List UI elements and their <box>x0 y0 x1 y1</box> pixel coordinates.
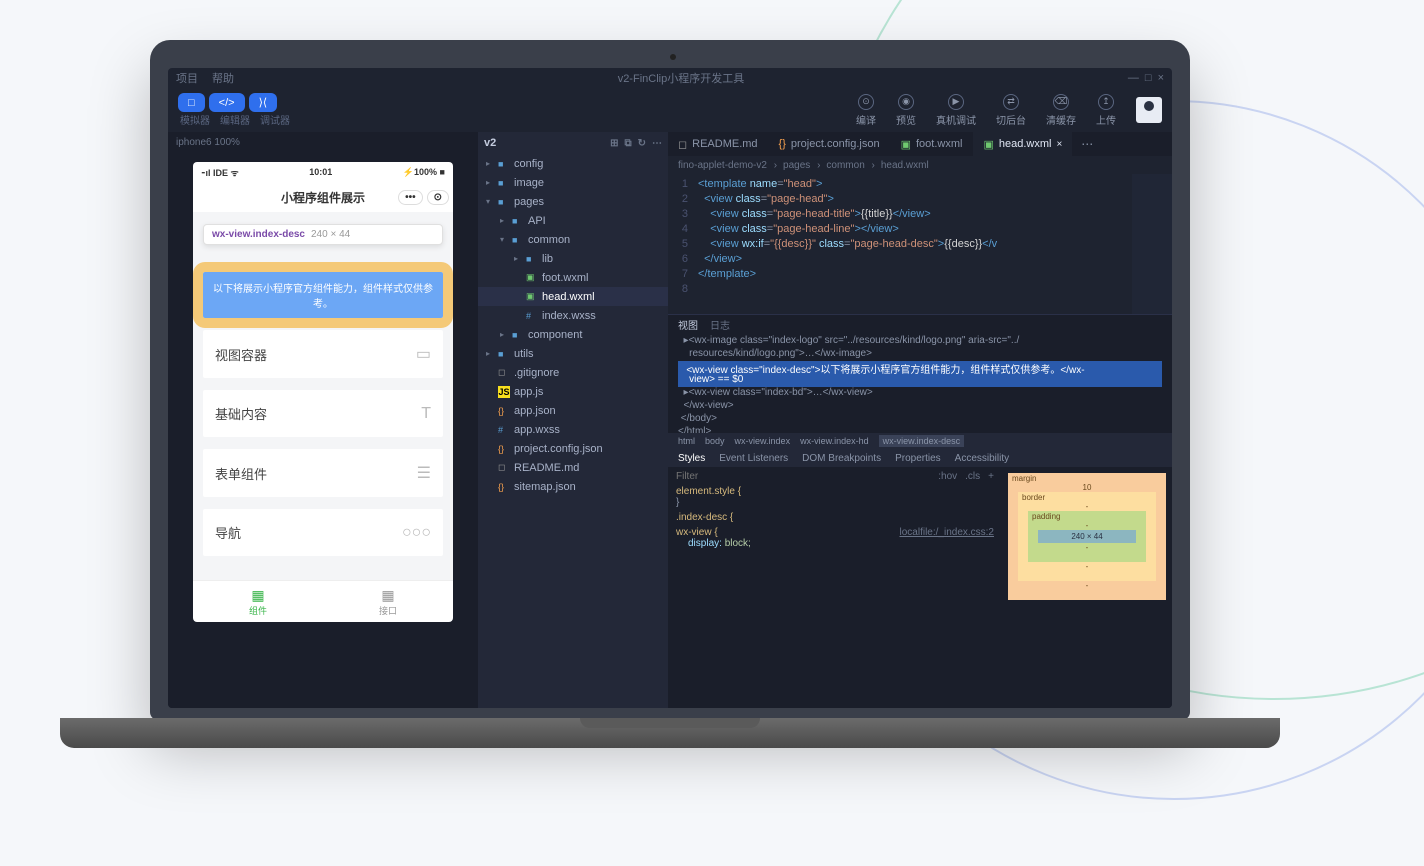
toolbar-上传[interactable]: ↥上传 <box>1096 94 1116 127</box>
tree-node[interactable]: ▸■utils <box>478 344 668 363</box>
styles-tab[interactable]: Properties <box>895 453 941 464</box>
view-pill[interactable]: □ <box>178 93 205 112</box>
dom-crumb[interactable]: wx-view.index-desc <box>879 435 965 447</box>
tree-action[interactable]: ⊞ <box>610 138 618 149</box>
status-time: 10:01 <box>309 167 332 177</box>
tree-node[interactable]: JSapp.js <box>478 382 668 401</box>
page-title: 小程序组件展示 <box>281 189 365 206</box>
tree-node[interactable]: {}project.config.json <box>478 439 668 458</box>
tree-node[interactable]: #index.wxss <box>478 306 668 325</box>
add-rule[interactable]: + <box>988 471 994 482</box>
toolbar-预览[interactable]: ◉预览 <box>896 94 916 127</box>
laptop-frame: 项目帮助 v2-FinClip小程序开发工具 ―□× □</>⟩⟨ 模拟器编辑器… <box>60 40 1280 825</box>
tree-action[interactable]: ↻ <box>638 138 646 149</box>
tree-node[interactable]: ▣foot.wxml <box>478 268 668 287</box>
file-explorer: v2 ⊞ ⧉ ↻ ⋯ ▸■config▸■image▾■pages▸■API▾■com… <box>478 132 668 708</box>
list-item[interactable]: 视图容器▭ <box>203 330 443 378</box>
toolbar: □</>⟩⟨ 模拟器编辑器调试器 ⊙编译◉预览▶真机调试⇄切后台⌫清缓存↥上传 <box>168 88 1172 132</box>
toolbar-清缓存[interactable]: ⌫清缓存 <box>1046 94 1076 127</box>
devtools: 视图日志 ▸<wx-image class="index-logo" src="… <box>668 314 1172 708</box>
list-item[interactable]: 导航○○○ <box>203 509 443 556</box>
tree-node[interactable]: ▸■API <box>478 211 668 230</box>
highlighted-element[interactable]: 以下将展示小程序官方组件能力，组件样式仅供参考。 <box>203 272 443 318</box>
styles-filter[interactable] <box>676 471 736 482</box>
editor-panel: ◻README.md{}project.config.json▣foot.wxm… <box>668 132 1172 708</box>
status-right: ⚡100% ■ <box>403 167 445 178</box>
capsule-menu[interactable]: ••• <box>398 190 423 205</box>
dom-crumb[interactable]: body <box>705 436 725 446</box>
cls-toggle[interactable]: .cls <box>965 471 980 482</box>
ide-window: 项目帮助 v2-FinClip小程序开发工具 ―□× □</>⟩⟨ 模拟器编辑器… <box>168 68 1172 708</box>
tree-node[interactable]: ▾■common <box>478 230 668 249</box>
editor-tab[interactable]: ◻README.md <box>668 132 769 156</box>
phone-preview: ⁃ıl IDE ᯤ 10:01 ⚡100% ■ 小程序组件展示 ••• ⊙ <box>193 162 453 622</box>
code-editor[interactable]: 1<template name="head">2 <view class="pa… <box>668 174 1172 314</box>
toolbar-真机调试[interactable]: ▶真机调试 <box>936 94 976 127</box>
phone-tab[interactable]: ▦组件 <box>193 581 323 622</box>
breadcrumb-item[interactable]: pages <box>783 160 820 171</box>
elements-tree[interactable]: ▸<wx-image class="index-logo" src="../re… <box>668 333 1172 433</box>
tree-node[interactable]: ▾■pages <box>478 192 668 211</box>
minimap[interactable] <box>1132 174 1172 314</box>
view-pill[interactable]: </> <box>209 93 245 112</box>
tree-node[interactable]: {}sitemap.json <box>478 477 668 496</box>
list-item[interactable]: 基础内容T <box>203 390 443 437</box>
toolbar-编译[interactable]: ⊙编译 <box>856 94 876 127</box>
inspect-tooltip: wx-view.index-desc 240 × 44 <box>203 224 443 245</box>
device-label: iphone6 100% <box>168 132 478 152</box>
avatar[interactable] <box>1136 97 1162 123</box>
editor-tab[interactable]: ▣foot.wxml <box>891 132 974 156</box>
titlebar: 项目帮助 v2-FinClip小程序开发工具 ―□× <box>168 68 1172 88</box>
styles-tab[interactable]: Styles <box>678 453 705 464</box>
tree-action[interactable]: ⋯ <box>652 138 662 149</box>
hov-toggle[interactable]: :hov <box>938 471 957 482</box>
window-controls[interactable]: ―□× <box>1128 72 1164 84</box>
tree-node[interactable]: #app.wxss <box>478 420 668 439</box>
devtools-tab[interactable]: 视图 <box>678 317 698 332</box>
styles-tab[interactable]: Event Listeners <box>719 453 788 464</box>
dom-crumb[interactable]: wx-view.index-hd <box>800 436 869 446</box>
tree-node[interactable]: ▸■config <box>478 154 668 173</box>
dom-crumb[interactable]: html <box>678 436 695 446</box>
devtools-tab[interactable]: 日志 <box>710 317 730 332</box>
tree-node[interactable]: ▸■lib <box>478 249 668 268</box>
view-pill[interactable]: ⟩⟨ <box>249 93 278 112</box>
menu-item[interactable]: 帮助 <box>212 70 234 86</box>
capsule-close[interactable]: ⊙ <box>427 190 449 205</box>
tree-action[interactable]: ⧉ <box>624 138 631 149</box>
tree-node[interactable]: ◻README.md <box>478 458 668 477</box>
menu-item[interactable]: 项目 <box>176 70 198 86</box>
simulator-panel: iphone6 100% ⁃ıl IDE ᯤ 10:01 ⚡100% ■ 小程序… <box>168 132 478 708</box>
breadcrumb-item[interactable]: head.wxml <box>881 160 933 171</box>
box-model: margin 10 border - padding - 240 × 4 <box>1002 467 1172 708</box>
styles-tab[interactable]: Accessibility <box>955 453 1009 464</box>
styles-pane[interactable]: :hov .cls + element.style {}.index-desc … <box>668 467 1002 708</box>
dom-crumb[interactable]: wx-view.index <box>735 436 791 446</box>
status-left: ⁃ıl IDE ᯤ <box>201 166 239 179</box>
phone-tab[interactable]: ▦接口 <box>323 581 453 622</box>
list-item[interactable]: 表单组件☰ <box>203 449 443 497</box>
editor-tab[interactable]: {}project.config.json <box>769 132 891 156</box>
tree-node[interactable]: ▸■component <box>478 325 668 344</box>
editor-tab[interactable]: ▣head.wxml× <box>973 132 1073 156</box>
toolbar-切后台[interactable]: ⇄切后台 <box>996 94 1026 127</box>
tree-node[interactable]: ◻.gitignore <box>478 363 668 382</box>
tree-node[interactable]: {}app.json <box>478 401 668 420</box>
tabs-more[interactable]: ⋯ <box>1073 132 1101 156</box>
breadcrumb-item[interactable]: common <box>826 160 874 171</box>
tree-node[interactable]: ▣head.wxml <box>478 287 668 306</box>
breadcrumb-item[interactable]: fino-applet-demo-v2 <box>678 160 777 171</box>
tree-node[interactable]: ▸■image <box>478 173 668 192</box>
project-root: v2 <box>484 137 496 149</box>
styles-tab[interactable]: DOM Breakpoints <box>802 453 881 464</box>
window-title: v2-FinClip小程序开发工具 <box>234 70 1128 86</box>
